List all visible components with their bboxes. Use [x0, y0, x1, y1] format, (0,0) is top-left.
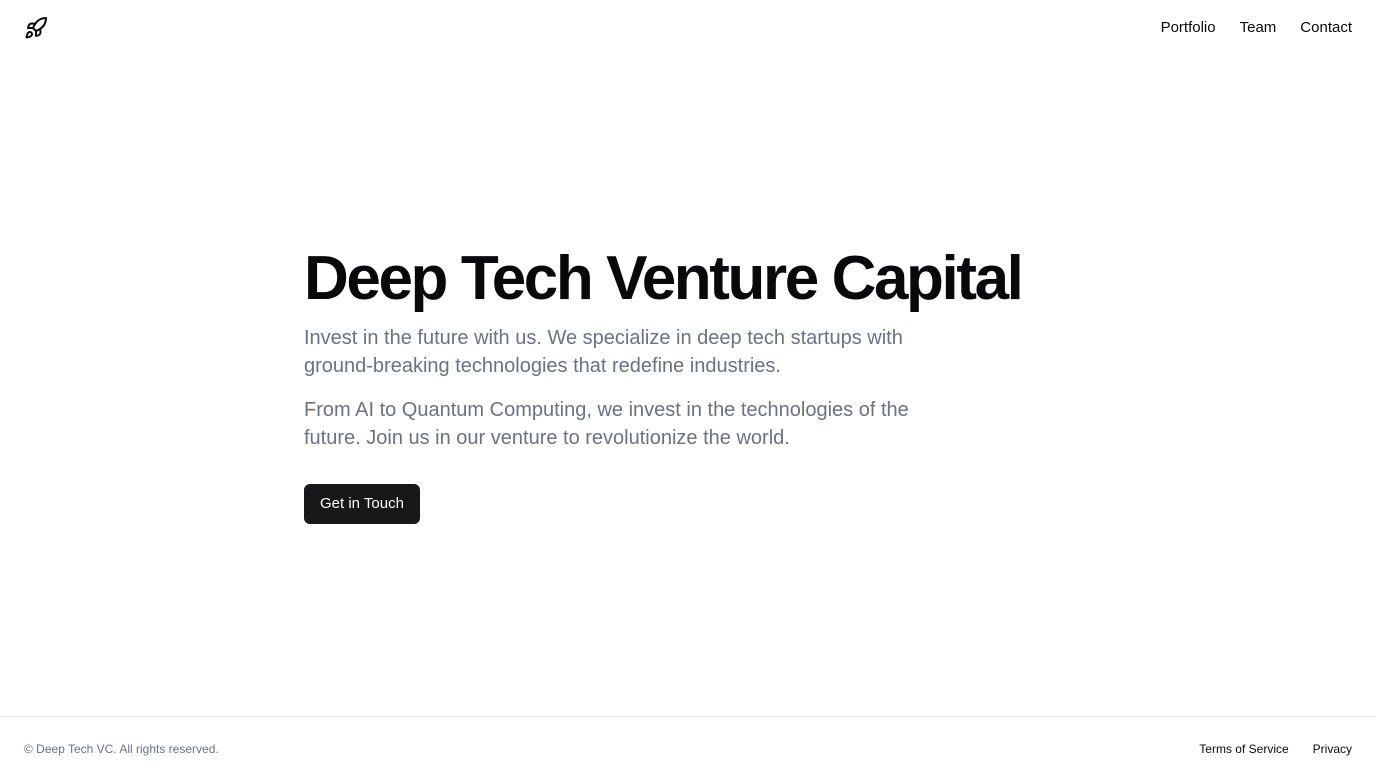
privacy-link[interactable]: Privacy	[1313, 741, 1352, 757]
footer-nav: Terms of Service Privacy	[1199, 741, 1352, 757]
copyright-text: © Deep Tech VC. All rights reserved.	[24, 742, 219, 756]
page: Portfolio Team Contact Deep Tech Venture…	[0, 0, 1376, 781]
hero-section: Deep Tech Venture Capital Invest in the …	[304, 246, 1064, 524]
nav-link-portfolio[interactable]: Portfolio	[1161, 18, 1216, 38]
nav-link-team[interactable]: Team	[1240, 18, 1277, 38]
nav-link-contact[interactable]: Contact	[1300, 18, 1352, 38]
home-link[interactable]	[24, 16, 48, 40]
site-header: Portfolio Team Contact	[0, 0, 1376, 56]
hero-title: Deep Tech Venture Capital	[304, 244, 1024, 313]
terms-of-service-link[interactable]: Terms of Service	[1199, 741, 1288, 757]
rocket-icon	[25, 16, 47, 39]
hero-paragraph-intro: Invest in the future with us. We special…	[304, 327, 903, 377]
get-in-touch-button[interactable]: Get in Touch	[304, 484, 420, 524]
site-footer: © Deep Tech VC. All rights reserved. Ter…	[0, 716, 1376, 781]
hero-paragraph-focus: From AI to Quantum Computing, we invest …	[304, 399, 909, 449]
main-nav: Portfolio Team Contact	[1161, 18, 1352, 38]
